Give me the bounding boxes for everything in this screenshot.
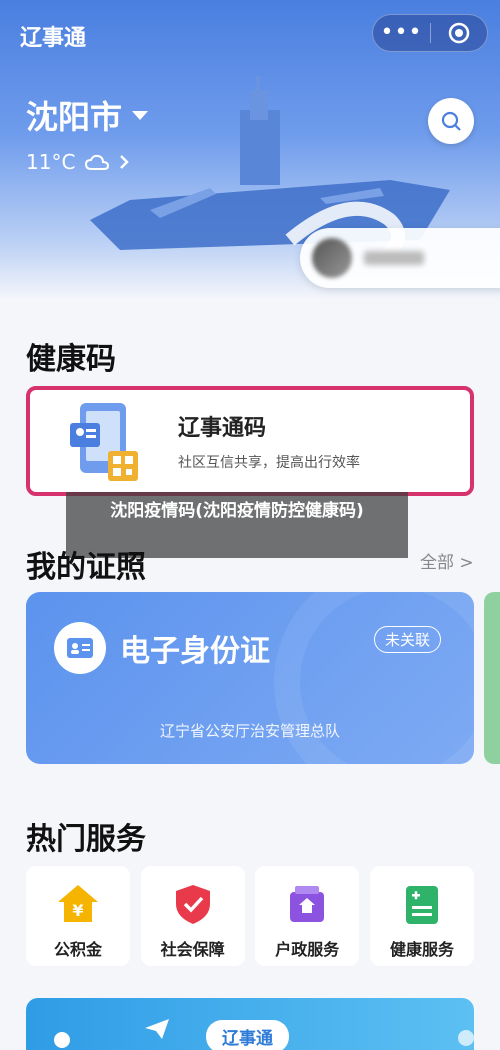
health-code-section-title: 健康码 [26,342,116,377]
id-card-title: 电子身份证 [120,634,270,669]
service-label: 社会保障 [160,940,225,959]
phone-qr-icon [68,399,148,483]
blurred-user-name [364,251,424,265]
service-health[interactable]: 健康服务 [369,866,474,966]
health-code-card[interactable]: 辽事通码 社区互信共享，提高出行效率 [26,386,474,496]
health-card-title: 辽事通码 [178,416,267,441]
hero-banner: 辽事通 ••• 沈阳市 11°C [0,0,500,300]
service-label: 健康服务 [389,940,454,959]
services-grid: ¥ 公积金 社会保障 户政服务 健康服务 [26,866,474,966]
more-dots-icon[interactable]: ••• [373,14,430,52]
id-card-icon [54,622,106,674]
mini-program-capsule: ••• [372,14,488,52]
paper-plane-icon [145,1019,169,1039]
avatar [312,238,352,278]
id-card-issuer: 辽宁省公安厅治安管理总队 [159,722,340,740]
target-circle-icon[interactable] [431,22,487,44]
electronic-id-card[interactable]: 电子身份证 未关联 辽宁省公安厅治安管理总队 [26,592,474,764]
search-button[interactable] [428,98,474,144]
cloud-icon [85,154,110,170]
chevron-right-icon [120,155,130,169]
services-section-title: 热门服务 [26,822,146,857]
user-profile-pill[interactable] [300,228,500,288]
house-yen-icon: ¥ [56,882,100,926]
next-card-peek[interactable] [484,592,500,764]
service-housing-fund[interactable]: ¥ 公积金 [26,866,130,966]
shield-check-icon [171,882,215,926]
service-label: 户政服务 [275,940,340,959]
see-all-link[interactable]: 全部 > [420,548,474,573]
health-card-subtitle: 社区互信共享，提高出行效率 [178,455,360,471]
weather-info[interactable]: 11°C [26,150,130,174]
id-house-icon [285,882,329,926]
certificates-section-title: 我的证照 [26,550,146,585]
bottom-promo-banner[interactable]: 辽事通 [26,998,474,1050]
service-household[interactable]: 户政服务 [255,866,360,966]
banner-label: 辽事通 [206,1020,289,1050]
search-icon [441,111,461,131]
service-social-security[interactable]: 社会保障 [140,866,245,966]
decor-dot [54,1032,70,1048]
temperature: 11°C [26,150,76,174]
decor-dot [458,1030,474,1046]
unlinked-badge[interactable]: 未关联 [374,626,442,653]
svg-text:¥: ¥ [72,901,83,920]
medical-kit-icon [400,882,444,926]
caret-down-icon [132,110,149,120]
city-name: 沈阳市 [26,98,123,136]
app-title: 辽事通 [20,26,87,51]
service-label: 公积金 [53,940,102,959]
city-selector[interactable]: 沈阳市 [26,92,149,138]
